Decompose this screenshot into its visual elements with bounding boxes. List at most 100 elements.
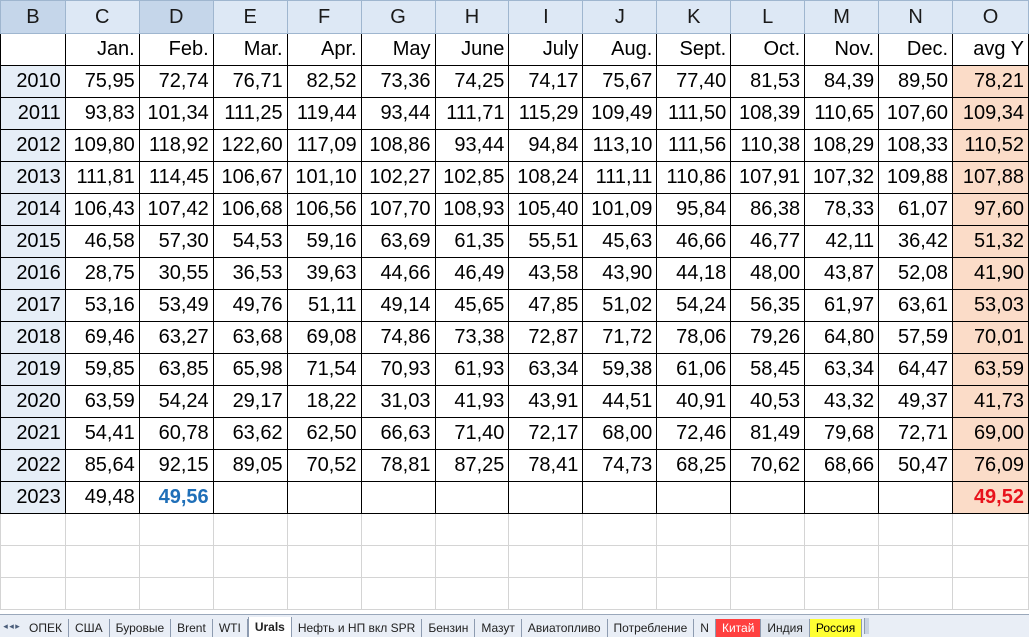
spreadsheet-grid[interactable]: B C D E F G H I J K L M N O Jan. Feb. Mar. Apr. May June Jul… (0, 0, 1029, 614)
sheet-tab[interactable]: ОПЕК (23, 619, 69, 637)
corner-cell[interactable] (0, 33, 66, 66)
value-cell[interactable]: 44,66 (360, 257, 436, 290)
value-cell[interactable]: 119,44 (286, 97, 362, 130)
sheet-tab[interactable]: Россия (809, 619, 863, 637)
value-cell[interactable]: 72,87 (508, 321, 584, 354)
sheet-tab[interactable]: США (68, 619, 110, 637)
value-cell[interactable]: 72,46 (656, 417, 732, 450)
value-cell[interactable]: 114,45 (138, 161, 214, 194)
sheet-tab[interactable]: Нефть и НП вкл SPR (291, 619, 423, 637)
value-cell[interactable]: 86,38 (730, 193, 806, 226)
year-cell[interactable]: 2010 (0, 65, 66, 98)
empty-cell[interactable] (212, 513, 288, 546)
value-cell[interactable]: 111,11 (582, 161, 658, 194)
value-cell[interactable]: 71,72 (582, 321, 658, 354)
value-cell[interactable]: 49,56 (138, 481, 214, 514)
month-header-cell[interactable]: July (508, 33, 584, 66)
sheet-tab[interactable]: Мазут (475, 619, 522, 637)
value-cell[interactable]: 28,75 (64, 257, 140, 290)
empty-cell[interactable] (508, 513, 584, 546)
value-cell[interactable]: 63,27 (138, 321, 214, 354)
avg-cell[interactable]: 53,03 (952, 289, 1029, 322)
value-cell[interactable]: 43,58 (508, 257, 584, 290)
empty-cell[interactable] (434, 513, 510, 546)
year-cell[interactable]: 2020 (0, 385, 66, 418)
month-header-cell[interactable]: Aug. (582, 33, 658, 66)
value-cell[interactable]: 74,73 (582, 449, 658, 482)
empty-cell[interactable] (656, 577, 732, 610)
value-cell[interactable]: 39,63 (286, 257, 362, 290)
avg-cell[interactable]: 110,52 (952, 129, 1029, 162)
value-cell[interactable]: 45,63 (582, 225, 658, 258)
value-cell[interactable]: 109,88 (878, 161, 954, 194)
value-cell[interactable]: 49,48 (64, 481, 140, 514)
sheet-tab[interactable]: Urals (247, 617, 292, 637)
value-cell[interactable]: 110,86 (656, 161, 732, 194)
value-cell[interactable]: 82,52 (286, 65, 362, 98)
value-cell[interactable] (508, 481, 584, 514)
empty-cell[interactable] (0, 545, 66, 578)
value-cell[interactable]: 81,53 (730, 65, 806, 98)
month-header-cell[interactable]: June (434, 33, 510, 66)
avg-cell[interactable]: 63,59 (952, 353, 1029, 386)
value-cell[interactable]: 55,51 (508, 225, 584, 258)
value-cell[interactable]: 81,49 (730, 417, 806, 450)
avg-cell[interactable]: 107,88 (952, 161, 1029, 194)
empty-cell[interactable] (952, 545, 1029, 578)
value-cell[interactable]: 102,27 (360, 161, 436, 194)
value-cell[interactable]: 46,77 (730, 225, 806, 258)
empty-cell[interactable] (582, 513, 658, 546)
value-cell[interactable]: 101,09 (582, 193, 658, 226)
month-header-cell[interactable]: May (360, 33, 436, 66)
value-cell[interactable]: 73,36 (360, 65, 436, 98)
year-cell[interactable]: 2011 (0, 97, 66, 130)
value-cell[interactable]: 63,59 (64, 385, 140, 418)
empty-cell[interactable] (0, 513, 66, 546)
value-cell[interactable]: 31,03 (360, 385, 436, 418)
value-cell[interactable]: 106,67 (212, 161, 288, 194)
sheet-tab[interactable]: Brent (171, 619, 213, 637)
month-header-cell[interactable]: Sept. (656, 33, 732, 66)
value-cell[interactable]: 70,93 (360, 353, 436, 386)
value-cell[interactable]: 105,40 (508, 193, 584, 226)
value-cell[interactable]: 44,51 (582, 385, 658, 418)
empty-cell[interactable] (138, 577, 214, 610)
value-cell[interactable]: 48,00 (730, 257, 806, 290)
value-cell[interactable]: 53,49 (138, 289, 214, 322)
sheet-tab[interactable]: N (694, 619, 716, 637)
avg-cell[interactable]: 41,73 (952, 385, 1029, 418)
year-cell[interactable]: 2015 (0, 225, 66, 258)
column-header-g[interactable]: G (360, 0, 436, 34)
empty-cell[interactable] (952, 577, 1029, 610)
column-header-j[interactable]: J (582, 0, 658, 34)
value-cell[interactable]: 57,30 (138, 225, 214, 258)
empty-cell[interactable] (286, 577, 362, 610)
month-header-cell[interactable]: Apr. (286, 33, 362, 66)
value-cell[interactable]: 110,65 (804, 97, 880, 130)
column-header-k[interactable]: K (656, 0, 732, 34)
value-cell[interactable]: 108,29 (804, 129, 880, 162)
value-cell[interactable]: 46,66 (656, 225, 732, 258)
avg-cell[interactable]: 41,90 (952, 257, 1029, 290)
empty-cell[interactable] (878, 545, 954, 578)
value-cell[interactable]: 87,25 (434, 449, 510, 482)
value-cell[interactable]: 70,52 (286, 449, 362, 482)
value-cell[interactable]: 47,85 (508, 289, 584, 322)
tab-scroll-next-icon[interactable]: ▸ (15, 620, 20, 632)
month-header-cell[interactable]: avg Y (952, 33, 1029, 66)
value-cell[interactable]: 118,92 (138, 129, 214, 162)
column-header-c[interactable]: C (64, 0, 140, 34)
value-cell[interactable] (286, 481, 362, 514)
year-cell[interactable]: 2016 (0, 257, 66, 290)
value-cell[interactable]: 109,80 (64, 129, 140, 162)
value-cell[interactable]: 56,35 (730, 289, 806, 322)
value-cell[interactable]: 61,07 (878, 193, 954, 226)
column-header-b[interactable]: B (0, 0, 66, 34)
month-header-cell[interactable]: Oct. (730, 33, 806, 66)
value-cell[interactable]: 53,16 (64, 289, 140, 322)
sheet-tab[interactable]: Китай (715, 619, 762, 637)
value-cell[interactable]: 46,58 (64, 225, 140, 258)
value-cell[interactable]: 46,49 (434, 257, 510, 290)
value-cell[interactable]: 70,62 (730, 449, 806, 482)
value-cell[interactable]: 108,93 (434, 193, 510, 226)
